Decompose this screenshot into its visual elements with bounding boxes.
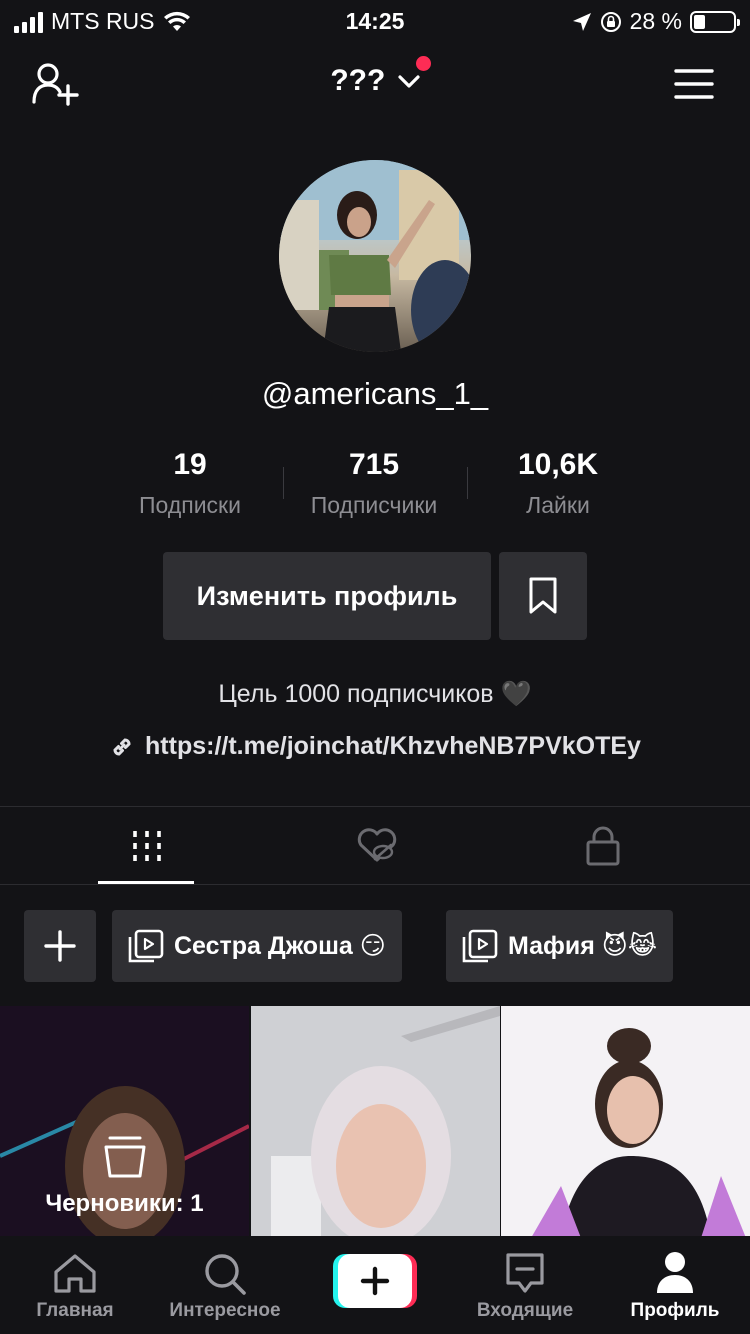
following-stat[interactable]: 19 Подписки [100, 448, 280, 519]
tab-videos[interactable] [22, 808, 272, 884]
video-tile[interactable] [251, 1006, 500, 1238]
drafts-tile[interactable]: Черновики: 1 [0, 1006, 249, 1238]
account-switcher[interactable]: ??? [0, 64, 750, 98]
status-bar: MTS RUS 14:25 28 % [0, 0, 750, 40]
add-playlist-button[interactable] [24, 910, 96, 982]
following-count: 19 [173, 448, 207, 481]
hidden-heart-icon [357, 828, 397, 862]
battery-icon [690, 10, 740, 33]
profile-avatar[interactable] [279, 160, 471, 352]
likes-label: Лайки [526, 492, 590, 518]
notification-dot [416, 56, 431, 71]
battery-level [694, 14, 705, 29]
profile-bio: Цель 1000 подписчиков 🖤 [218, 680, 532, 708]
playlist-label: Мафия 😈😹 [508, 932, 658, 960]
edit-profile-button[interactable]: Изменить профиль [163, 552, 491, 640]
bookmark-icon [529, 577, 557, 614]
nav-inbox-label: Входящие [476, 1300, 574, 1321]
link-icon [113, 737, 131, 756]
nav-discover[interactable]: Интересное [150, 1236, 300, 1334]
playlist-label: Сестра Джоша 😏 [174, 932, 386, 960]
tab-liked[interactable] [252, 808, 502, 884]
following-label: Подписки [139, 492, 241, 518]
edit-profile-label: Изменить профиль [196, 580, 458, 611]
profile-icon [657, 1252, 693, 1293]
account-title: ??? [330, 64, 386, 97]
plus-icon [44, 930, 76, 962]
video-thumbnail [251, 1006, 500, 1238]
favorites-button[interactable] [499, 552, 587, 640]
profile-link-text: https://t.me/joinchat/KhzvheNB7PVkOTEy [145, 732, 641, 760]
lock-icon [586, 826, 620, 866]
nav-inbox[interactable]: Входящие [450, 1236, 600, 1334]
search-icon [205, 1254, 246, 1295]
tabs-divider [0, 884, 750, 885]
likes-stat[interactable]: 10,6K Лайки [468, 448, 648, 519]
location-arrow-icon [572, 12, 591, 31]
playlist-chip[interactable]: Сестра Джоша 😏 [112, 910, 402, 982]
home-icon [54, 1254, 96, 1293]
profile-link[interactable]: https://t.me/joinchat/KhzvheNB7PVkOTEy [0, 732, 750, 761]
avatar-photo [279, 160, 471, 352]
video-thumbnail [501, 1006, 750, 1238]
grid-icon [133, 831, 161, 861]
nav-discover-label: Интересное [169, 1300, 281, 1321]
orientation-lock-icon [600, 11, 621, 32]
followers-label: Подписчики [310, 492, 438, 518]
followers-stat[interactable]: 715 Подписчики [284, 448, 464, 519]
playlist-chip[interactable]: Мафия 😈😹 [446, 910, 674, 982]
drafts-label: Черновики: 1 [45, 1190, 204, 1217]
playlist-icon [128, 929, 164, 963]
inbox-icon [506, 1253, 544, 1293]
playlist-icon [462, 929, 498, 963]
battery-percent: 28 % [629, 8, 682, 34]
followers-count: 715 [348, 448, 400, 481]
nav-home[interactable]: Главная [0, 1236, 150, 1334]
bottom-navigation: Главная Интересное Входящие Профиль [0, 1236, 750, 1334]
nav-home-label: Главная [36, 1300, 114, 1321]
section-divider [0, 806, 750, 807]
status-bar-right: 28 % [572, 8, 740, 35]
chevron-down-icon [398, 75, 420, 88]
nav-profile-label: Профиль [630, 1300, 720, 1321]
nav-profile[interactable]: Профиль [600, 1236, 750, 1334]
video-tile[interactable] [501, 1006, 750, 1238]
drafts-icon [104, 1136, 146, 1178]
tab-private[interactable] [478, 808, 728, 884]
create-video-button[interactable] [333, 1254, 417, 1308]
username: @americans_1_ [261, 376, 489, 411]
hamburger-menu-icon[interactable] [674, 68, 714, 100]
likes-count: 10,6K [517, 448, 599, 481]
